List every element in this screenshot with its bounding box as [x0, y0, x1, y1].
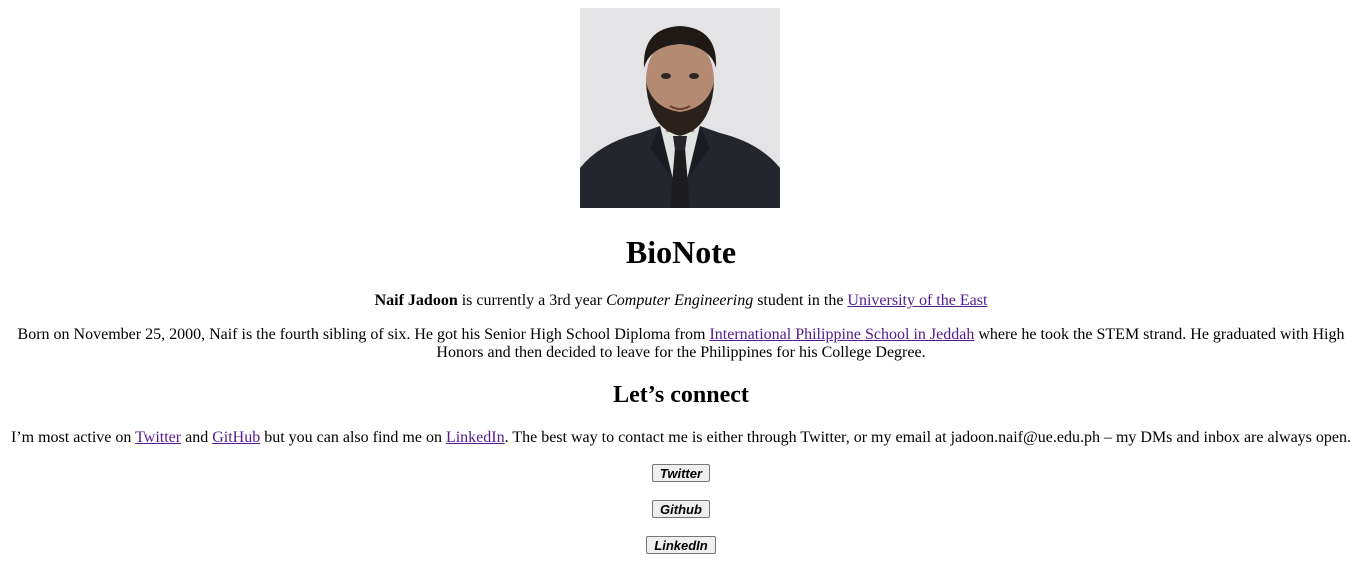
background-paragraph: Born on November 25, 2000, Naif is the f… — [10, 326, 1352, 362]
connect-text-3: but you can also find me on — [260, 429, 446, 446]
linkedin-link[interactable]: LinkedIn — [446, 429, 505, 446]
person-name: Naif Jadoon — [374, 292, 458, 309]
twitter-link[interactable]: Twitter — [135, 429, 181, 446]
github-button[interactable]: Github — [652, 500, 710, 518]
profile-photo — [580, 8, 780, 208]
twitter-button[interactable]: Twitter — [651, 464, 711, 482]
profile-photo-image — [580, 8, 780, 208]
github-button-row: Github — [0, 500, 1362, 519]
intro-text-2: student in the — [753, 292, 848, 309]
connect-text-1: I’m most active on — [10, 429, 136, 446]
intro-paragraph: Naif Jadoon is currently a 3rd year Comp… — [0, 291, 1362, 311]
connect-text-2: and — [181, 429, 213, 446]
linkedin-button[interactable]: LinkedIn — [646, 536, 716, 554]
linkedin-button-row: LinkedIn — [0, 536, 1362, 555]
twitter-button-row: Twitter — [0, 464, 1362, 483]
connect-text-4: . The best way to contact me is either t… — [504, 429, 1352, 446]
background-text-1: Born on November 25, 2000, Naif is the f… — [17, 326, 710, 343]
school-link[interactable]: International Philippine School in Jedda… — [709, 326, 974, 343]
course-name: Computer Engineering — [606, 292, 754, 309]
connect-paragraph: I’m most active on Twitter and GitHub bu… — [0, 428, 1362, 448]
page: BioNote Naif Jadoon is currently a 3rd y… — [0, 0, 1362, 574]
university-link[interactable]: University of the East — [847, 292, 987, 309]
github-link[interactable]: GitHub — [212, 429, 260, 446]
connect-heading: Let’s connect — [613, 382, 749, 408]
page-title: BioNote — [625, 234, 737, 270]
intro-text-1: is currently a 3rd year — [457, 292, 607, 309]
